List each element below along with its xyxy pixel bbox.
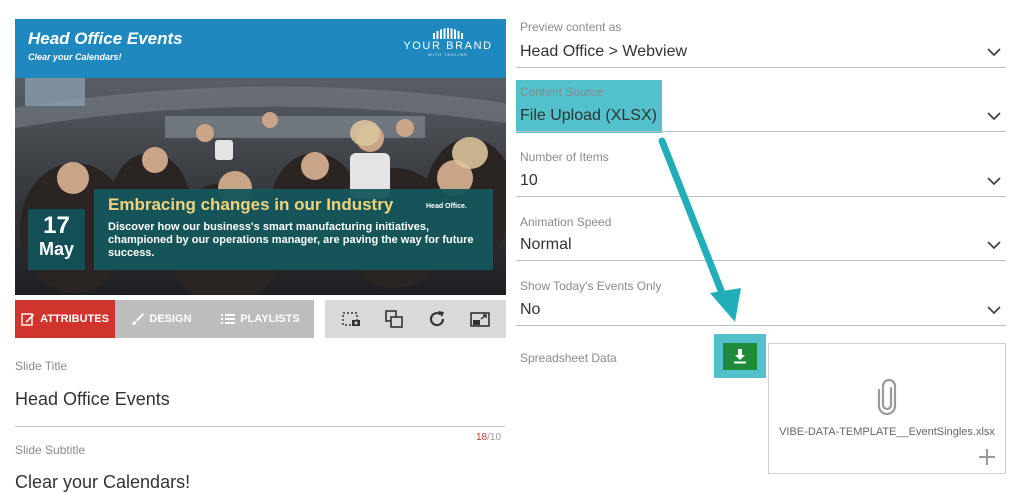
tab-design-label: DESIGN bbox=[149, 313, 192, 325]
slide-subtitle-input[interactable]: Clear your Calendars! bbox=[15, 472, 190, 493]
list-icon bbox=[221, 314, 236, 324]
download-template-highlight bbox=[714, 334, 766, 378]
brush-icon bbox=[132, 313, 145, 325]
speed-value: Normal bbox=[520, 236, 572, 253]
brand-tagline: WITH TAGLINE bbox=[427, 52, 469, 57]
tab-attributes-label: ATTRIBUTES bbox=[40, 313, 109, 325]
slide-title-counter: 18/10 bbox=[476, 432, 501, 443]
chevron-down-icon bbox=[987, 112, 1001, 121]
refresh-button[interactable] bbox=[422, 304, 452, 334]
slide-title-count: 18 bbox=[476, 432, 488, 443]
preview-as-label: Preview content as bbox=[520, 20, 622, 34]
slide-subtitle-label: Slide Subtitle bbox=[15, 443, 86, 457]
event-date-month: May bbox=[38, 239, 74, 259]
speed-select[interactable]: Normal bbox=[516, 231, 1006, 261]
spreadsheet-dropzone[interactable]: VIBE-DATA-TEMPLATE__EventSingles.xlsx bbox=[768, 343, 1006, 474]
items-select[interactable]: 10 bbox=[516, 167, 1006, 197]
tab-attributes[interactable]: ATTRIBUTES bbox=[15, 300, 115, 338]
fullscreen-button[interactable] bbox=[465, 304, 495, 334]
today-only-label: Show Today's Events Only bbox=[520, 279, 662, 293]
editor-tabs: ATTRIBUTES DESIGN PLAYLISTS bbox=[15, 300, 314, 338]
tab-playlists-label: PLAYLISTS bbox=[240, 313, 300, 325]
screenshot-button[interactable] bbox=[336, 304, 366, 334]
tab-design[interactable]: DESIGN bbox=[115, 300, 207, 338]
slide-title-max: /10 bbox=[487, 432, 502, 443]
tab-playlists[interactable]: PLAYLISTS bbox=[207, 300, 314, 338]
preview-as-select[interactable]: Head Office > Webview bbox=[516, 38, 1006, 68]
refresh-icon bbox=[430, 311, 445, 327]
brand-name: YOUR BRAND bbox=[403, 40, 493, 52]
chevron-down-icon bbox=[987, 177, 1001, 186]
brand-mark-icon bbox=[433, 28, 463, 39]
download-template-button[interactable] bbox=[723, 342, 757, 370]
slide-title-label: Slide Title bbox=[15, 359, 68, 373]
preview-title: Head Office Events bbox=[28, 29, 183, 48]
layers-icon bbox=[385, 310, 403, 328]
event-date-badge: 17 May bbox=[28, 209, 85, 270]
today-only-select[interactable]: No bbox=[516, 296, 1006, 326]
today-only-value: No bbox=[520, 301, 541, 318]
preview-subtitle: Clear your Calendars! bbox=[28, 52, 122, 62]
download-icon bbox=[734, 349, 746, 364]
event-callout: Embracing changes in our Industry Head O… bbox=[94, 189, 493, 270]
event-headline: Embracing changes in our Industry bbox=[108, 195, 394, 214]
slide-title-value: Head Office Events bbox=[15, 389, 170, 409]
speed-label: Animation Speed bbox=[520, 215, 612, 229]
event-description: Discover how our business's smart manufa… bbox=[108, 221, 474, 259]
chevron-down-icon bbox=[987, 306, 1001, 315]
brand-logo: YOUR BRAND WITH TAGLINE bbox=[402, 28, 494, 57]
preview-header: Head Office Events Clear your Calendars!… bbox=[15, 19, 506, 78]
content-source-label: Content Source bbox=[520, 85, 604, 99]
chevron-down-icon bbox=[987, 48, 1001, 57]
event-date-day: 17 bbox=[43, 212, 70, 239]
slide-title-input[interactable]: Head Office Events bbox=[15, 383, 505, 427]
items-value: 10 bbox=[520, 172, 538, 189]
paperclip-icon bbox=[877, 379, 897, 415]
preview-toolbar bbox=[325, 300, 506, 338]
fullscreen-icon bbox=[470, 312, 491, 327]
uploaded-file-name: VIBE-DATA-TEMPLATE__EventSingles.xlsx bbox=[779, 426, 995, 438]
content-source-value: File Upload (XLSX) bbox=[520, 107, 657, 124]
preview-as-value: Head Office > Webview bbox=[520, 43, 688, 60]
content-source-select[interactable]: File Upload (XLSX) bbox=[516, 102, 1006, 132]
layers-button[interactable] bbox=[379, 304, 409, 334]
spreadsheet-label: Spreadsheet Data bbox=[520, 351, 617, 365]
slide-preview: Head Office Events Clear your Calendars!… bbox=[15, 19, 506, 295]
items-label: Number of Items bbox=[520, 150, 609, 164]
edit-icon bbox=[21, 313, 35, 326]
chevron-down-icon bbox=[987, 241, 1001, 250]
screenshot-icon bbox=[341, 312, 360, 326]
event-location: Head Office. bbox=[426, 203, 467, 210]
add-file-icon[interactable] bbox=[978, 448, 996, 466]
